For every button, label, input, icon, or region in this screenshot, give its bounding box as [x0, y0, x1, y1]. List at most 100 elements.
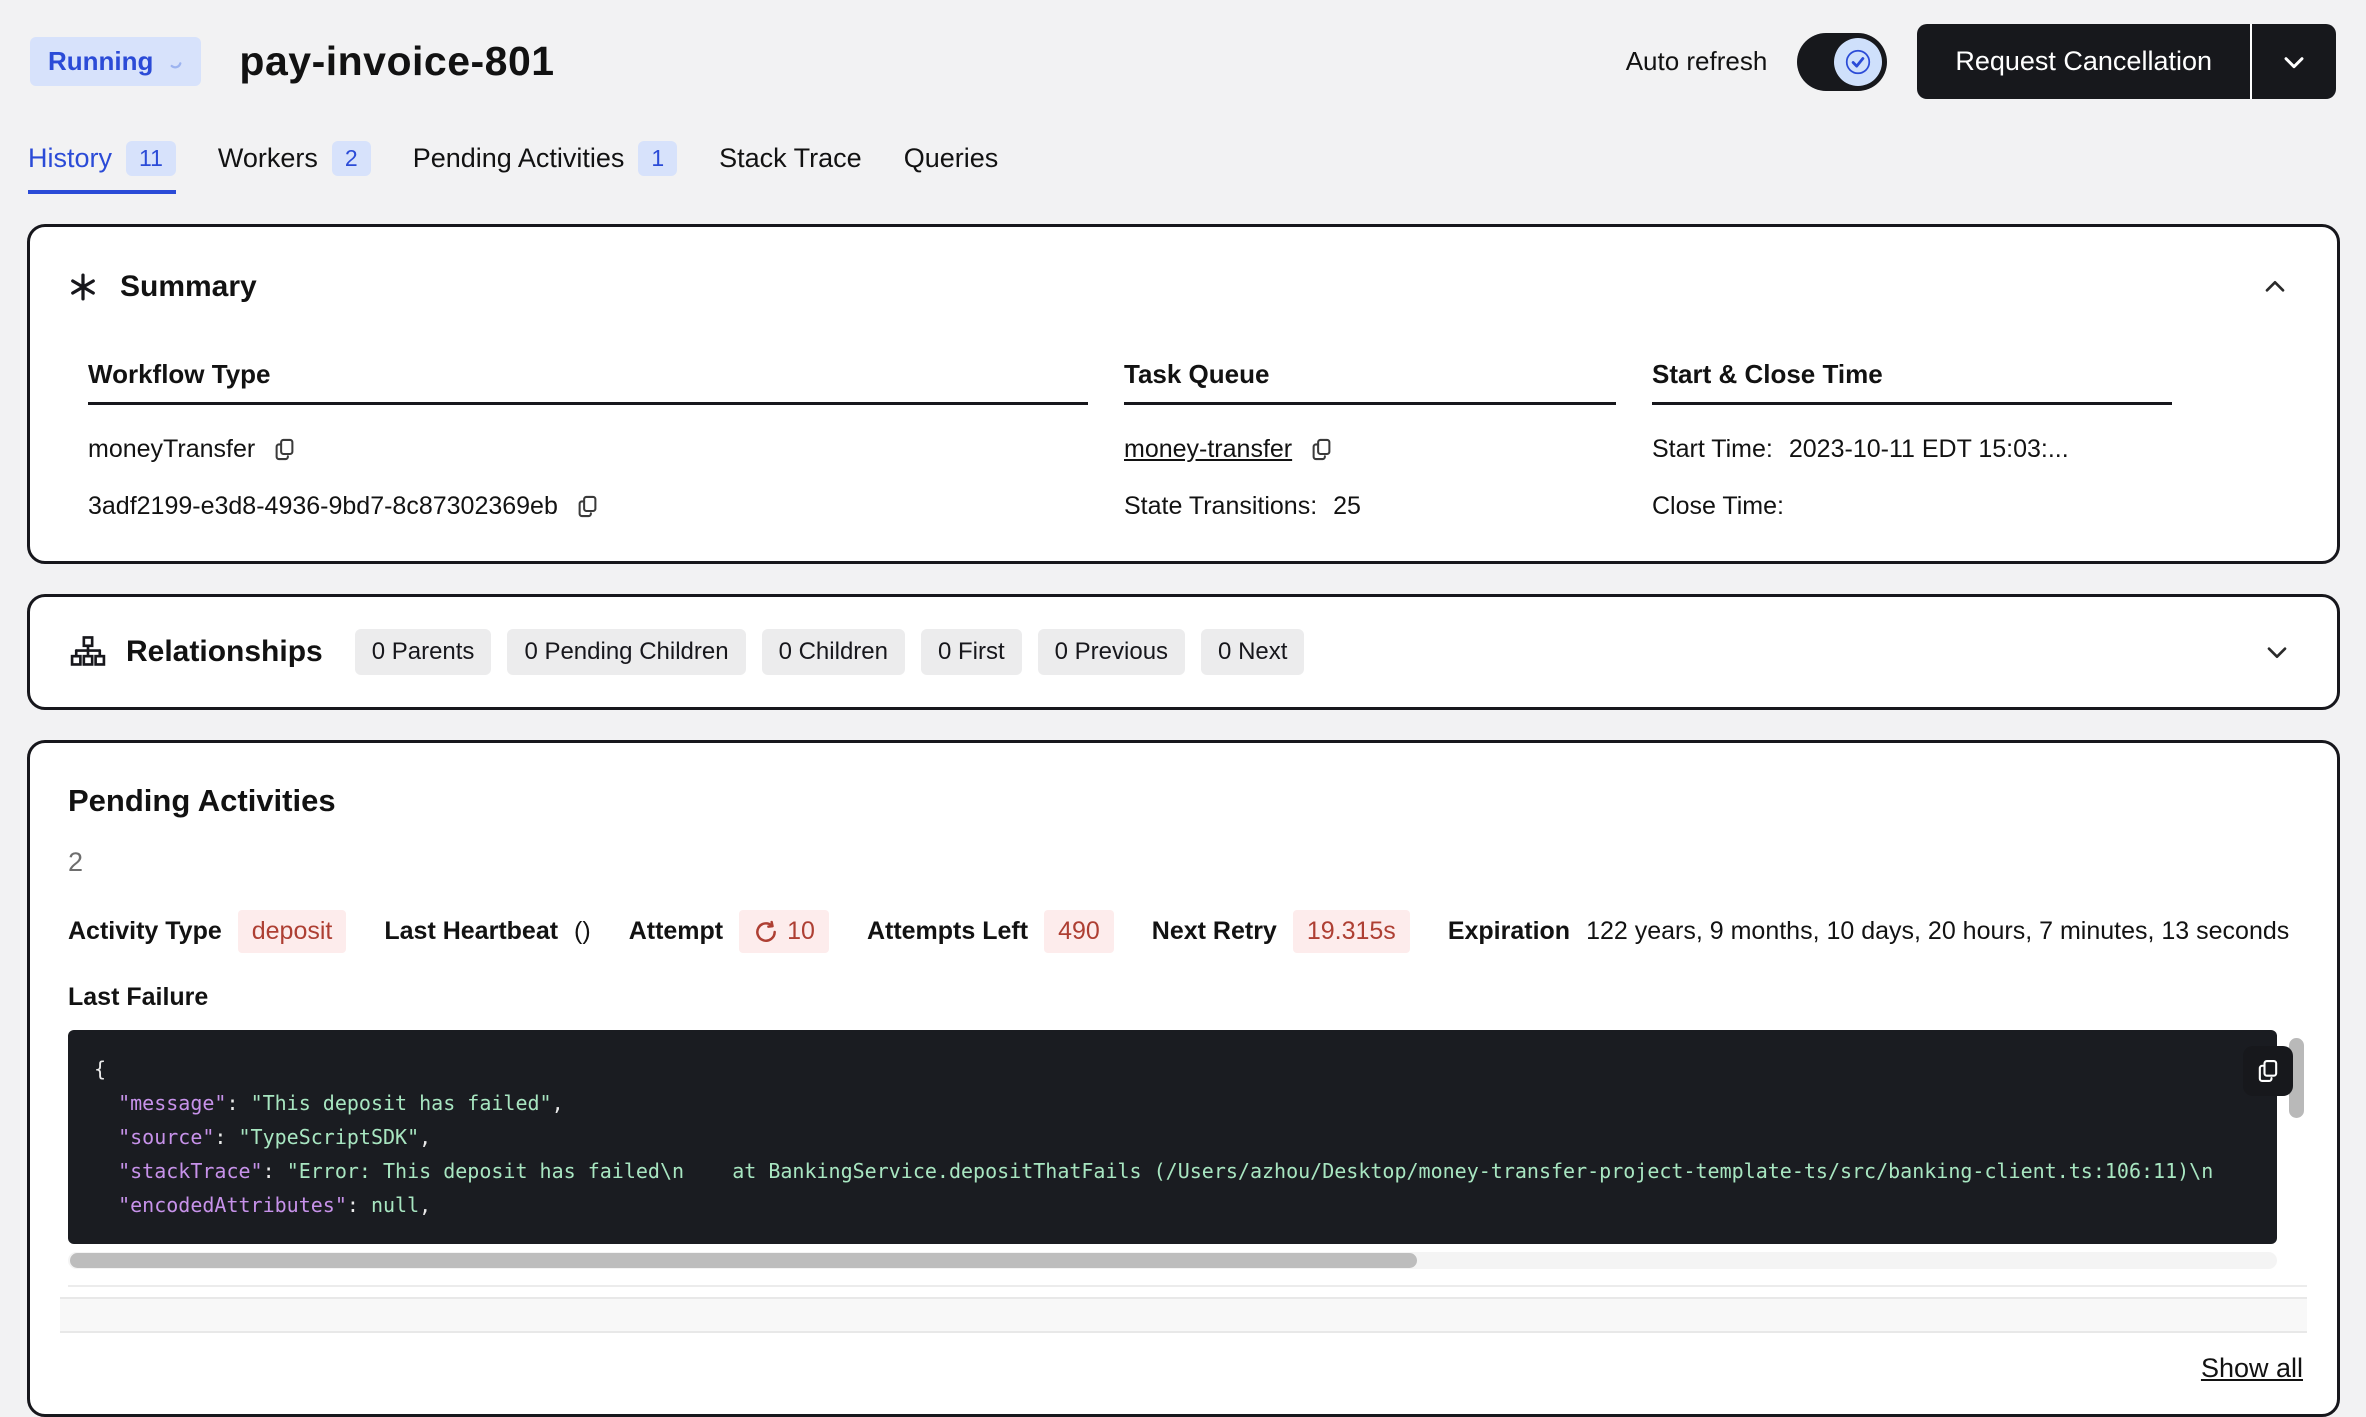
- attempts-left-field: Attempts Left 490: [867, 910, 1114, 953]
- expiration-field: Expiration 122 years, 9 months, 10 days,…: [1448, 917, 2289, 946]
- expiration-label: Expiration: [1448, 917, 1570, 946]
- close-time-row: Close Time:: [1652, 492, 2172, 521]
- tab-count-badge: 1: [638, 141, 677, 176]
- summary-collapse-button[interactable]: [2255, 267, 2295, 307]
- times-header: Start & Close Time: [1652, 359, 2172, 405]
- times-column: Start & Close Time Start Time: 2023-10-1…: [1652, 359, 2172, 521]
- start-time-label: Start Time:: [1652, 435, 1773, 464]
- tab-label: History: [28, 143, 112, 174]
- activity-type-field: Activity Type deposit: [68, 910, 346, 953]
- tab-label: Workers: [218, 143, 318, 174]
- chevron-down-icon: [2278, 46, 2310, 78]
- summary-title: Summary: [120, 270, 257, 304]
- run-id-value: 3adf2199-e3d8-4936-9bd7-8c87302369eb: [88, 492, 558, 521]
- attempt-value: 10: [787, 917, 815, 946]
- pending-children-badge: 0 Pending Children: [507, 629, 745, 675]
- task-queue-row: money-transfer: [1124, 435, 1616, 464]
- next-badge: 0 Next: [1201, 629, 1304, 675]
- show-all-link[interactable]: Show all: [2201, 1353, 2303, 1383]
- task-queue-link[interactable]: money-transfer: [1124, 435, 1292, 464]
- collapsed-activity-strip: [60, 1297, 2307, 1333]
- summary-title-group: Summary: [68, 270, 257, 304]
- toggle-knob: [1834, 38, 1882, 86]
- copy-task-queue-button[interactable]: [1308, 436, 1335, 463]
- top-bar: Running pay-invoice-801 Auto refresh: [0, 0, 2366, 99]
- tab-queries[interactable]: Queries: [904, 141, 999, 194]
- last-heartbeat-field: Last Heartbeat (): [384, 917, 590, 946]
- summary-header: Summary: [68, 267, 2295, 307]
- request-cancellation-button[interactable]: Request Cancellation: [1917, 24, 2250, 99]
- pending-activities-card: Pending Activities 2 Activity Type depos…: [27, 740, 2340, 1417]
- state-transitions-row: State Transitions: 25: [1124, 492, 1616, 521]
- tab-workers[interactable]: Workers 2: [218, 141, 371, 194]
- close-time-label: Close Time:: [1652, 492, 1784, 521]
- tab-label: Stack Trace: [719, 143, 862, 174]
- workflow-type-header: Workflow Type: [88, 359, 1088, 405]
- copy-run-id-button[interactable]: [574, 493, 601, 520]
- status-label: Running: [48, 46, 153, 77]
- next-retry-badge: 19.315s: [1293, 910, 1410, 953]
- run-id-row: 3adf2199-e3d8-4936-9bd7-8c87302369eb: [88, 492, 1088, 521]
- attempt-label: Attempt: [629, 917, 723, 946]
- tab-count-badge: 11: [126, 141, 176, 176]
- next-retry-label: Next Retry: [1152, 917, 1277, 946]
- code-horizontal-scrollbar-thumb[interactable]: [70, 1253, 1417, 1268]
- cancellation-menu-button[interactable]: [2250, 24, 2336, 99]
- copy-last-failure-button[interactable]: [2243, 1046, 2293, 1096]
- tab-count-badge: 2: [332, 141, 371, 176]
- children-badge: 0 Children: [762, 629, 905, 675]
- tab-stack-trace[interactable]: Stack Trace: [719, 141, 862, 194]
- workflow-detail-page: Running pay-invoice-801 Auto refresh: [0, 0, 2366, 1417]
- last-failure-code: { "message": "This deposit has failed", …: [68, 1030, 2277, 1244]
- relationships-title: Relationships: [126, 635, 323, 669]
- auto-refresh-label: Auto refresh: [1626, 46, 1768, 77]
- retry-icon: [753, 919, 779, 945]
- auto-refresh-toggle[interactable]: [1797, 33, 1887, 91]
- checkmark-icon: [1845, 49, 1871, 75]
- last-heartbeat-value: (): [574, 917, 591, 946]
- start-time-value: 2023-10-11 EDT 15:03:...: [1789, 435, 2069, 464]
- attempts-left-badge: 490: [1044, 910, 1114, 953]
- activity-detail-row: Activity Type deposit Last Heartbeat () …: [68, 910, 2307, 953]
- status-spinner-icon: [167, 54, 183, 70]
- summary-card: Summary Workflow Type moneyTransfer: [27, 224, 2340, 564]
- relationships-expand-button[interactable]: [2257, 632, 2297, 672]
- relationship-badges: 0 Parents 0 Pending Children 0 Children …: [355, 629, 1305, 675]
- status-badge: Running: [30, 37, 201, 86]
- first-badge: 0 First: [921, 629, 1022, 675]
- last-failure-label: Last Failure: [68, 983, 2307, 1012]
- copy-workflow-type-button[interactable]: [271, 436, 298, 463]
- chevron-down-icon: [2261, 636, 2293, 668]
- show-all-row: Show all: [60, 1353, 2307, 1384]
- activity-type-badge: deposit: [238, 910, 347, 953]
- activity-type-label: Activity Type: [68, 917, 222, 946]
- relationships-title-group: Relationships 0 Parents 0 Pending Childr…: [70, 629, 1304, 675]
- tab-pending-activities[interactable]: Pending Activities 1: [413, 141, 677, 194]
- relationships-card: Relationships 0 Parents 0 Pending Childr…: [27, 594, 2340, 710]
- parents-badge: 0 Parents: [355, 629, 492, 675]
- top-bar-right: Auto refresh Request Cancellation: [1626, 24, 2336, 99]
- previous-badge: 0 Previous: [1038, 629, 1185, 675]
- task-queue-header: Task Queue: [1124, 359, 1616, 405]
- divider: [68, 1285, 2307, 1287]
- tab-history[interactable]: History 11: [28, 141, 176, 194]
- start-time-row: Start Time: 2023-10-11 EDT 15:03:...: [1652, 435, 2172, 464]
- attempt-field: Attempt 10: [629, 910, 829, 953]
- workflow-type-value: moneyTransfer: [88, 435, 255, 464]
- workflow-type-row: moneyTransfer: [88, 435, 1088, 464]
- state-transitions-label: State Transitions:: [1124, 492, 1317, 521]
- tab-label: Queries: [904, 143, 999, 174]
- last-failure-code-wrap: { "message": "This deposit has failed", …: [68, 1030, 2307, 1244]
- summary-grid: Workflow Type moneyTransfer 3adf2199-e3d…: [68, 359, 2295, 521]
- expiration-value: 122 years, 9 months, 10 days, 20 hours, …: [1586, 917, 2289, 946]
- hierarchy-icon: [70, 635, 106, 669]
- asterisk-icon: [68, 272, 98, 302]
- attempt-badge: 10: [739, 910, 829, 953]
- page-title: pay-invoice-801: [239, 38, 554, 85]
- pending-activities-title: Pending Activities: [60, 783, 2307, 819]
- attempts-left-label: Attempts Left: [867, 917, 1028, 946]
- chevron-up-icon: [2259, 271, 2291, 303]
- request-cancellation-split-button: Request Cancellation: [1917, 24, 2336, 99]
- pending-activities-count: 2: [68, 847, 2307, 878]
- state-transitions-value: 25: [1333, 492, 1361, 521]
